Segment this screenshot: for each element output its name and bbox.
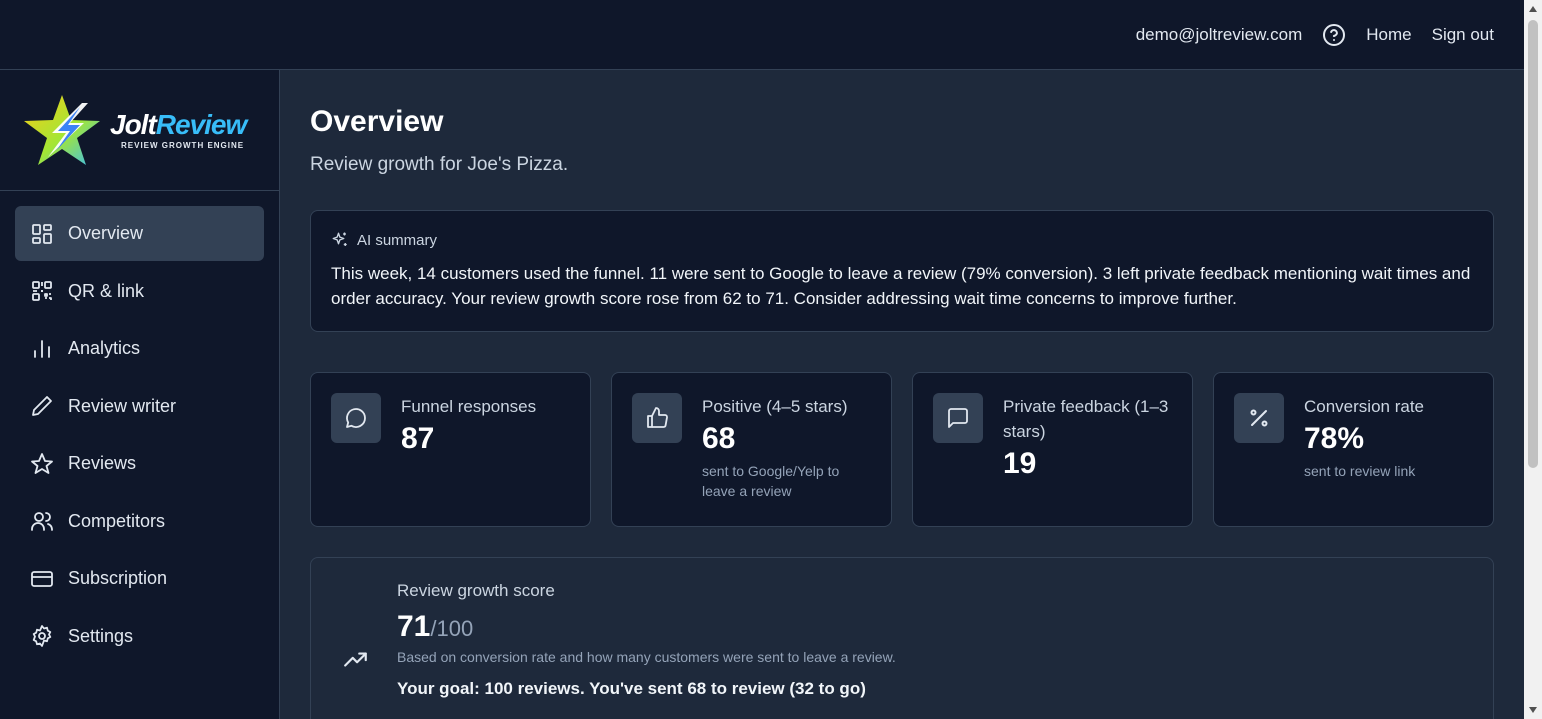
sidebar-item-qr-link[interactable]: QR & link <box>15 264 264 319</box>
stat-label: Private feedback (1–3 stars) <box>1003 397 1169 441</box>
sparkles-icon <box>332 232 347 246</box>
growth-score-label: Review growth score <box>397 581 555 600</box>
growth-score-value: 71 <box>397 610 431 643</box>
page-title: Overview <box>310 105 444 138</box>
scroll-thumb[interactable] <box>1528 20 1538 468</box>
sign-out-link[interactable]: Sign out <box>1432 25 1494 45</box>
ai-summary-text: This week, 14 customers used the funnel.… <box>331 264 1471 308</box>
qr-code-icon <box>32 281 52 301</box>
sidebar-item-label: Overview <box>68 223 144 243</box>
sidebar-nav: Overview QR & link Analytics Review writ… <box>0 191 279 664</box>
stat-card-funnel-responses: Funnel responses 87 <box>310 372 591 527</box>
main-content: Overview Review growth for Joe's Pizza. … <box>280 70 1524 719</box>
user-email: demo@joltreview.com <box>1135 24 1303 44</box>
stats-row: Funnel responses 87 Positive (4–5 stars)… <box>310 372 1494 527</box>
thumbs-up-icon <box>647 407 668 428</box>
stat-value: 87 <box>401 422 435 455</box>
growth-score-denominator: /100 <box>430 616 474 641</box>
sidebar-item-reviews[interactable]: Reviews <box>15 436 264 491</box>
sidebar-item-settings[interactable]: Settings <box>15 609 264 664</box>
stat-note: sent to Google/Yelp to leave a review <box>702 463 840 499</box>
users-icon <box>31 512 53 531</box>
help-icon[interactable] <box>1322 23 1346 47</box>
sidebar-item-label: Analytics <box>68 338 141 358</box>
home-link[interactable]: Home <box>1366 25 1411 45</box>
sidebar-item-label: Settings <box>68 625 134 646</box>
growth-score-card: Review growth score 71/100 Based on conv… <box>310 557 1494 719</box>
ai-summary-card: AI summary This week, 14 customers used … <box>310 210 1494 332</box>
brand-name-part1: Jolt <box>110 109 157 140</box>
sidebar-item-subscription[interactable]: Subscription <box>15 551 264 606</box>
lightning-star-logo-icon <box>24 95 100 165</box>
growth-score: 71/100 <box>397 609 896 650</box>
pen-icon <box>32 396 52 416</box>
sidebar-item-review-writer[interactable]: Review writer <box>15 379 264 434</box>
growth-score-note: Based on conversion rate and how many cu… <box>397 649 896 665</box>
stat-value: 68 <box>702 422 736 455</box>
bar-chart-icon <box>34 339 50 358</box>
dashboard-icon <box>32 223 52 244</box>
percent-icon <box>1250 409 1268 427</box>
scroll-up-arrow-icon[interactable] <box>1529 6 1537 12</box>
sidebar-item-label: QR & link <box>68 280 145 301</box>
stat-card-private-feedback: Private feedback (1–3 stars) 19 <box>912 372 1193 527</box>
sidebar-item-overview[interactable]: Overview <box>15 206 264 261</box>
page-scrollbar[interactable] <box>1524 0 1542 719</box>
sidebar-item-label: Reviews <box>68 453 137 473</box>
brand-name-part2: Review <box>155 109 247 140</box>
sidebar-item-competitors[interactable]: Competitors <box>15 494 264 549</box>
stat-card-conversion-rate: Conversion rate 78% sent to review link <box>1213 372 1494 527</box>
growth-goal: Your goal: 100 reviews. You've sent 68 t… <box>397 679 866 698</box>
stat-card-positive: Positive (4–5 stars) 68 sent to Google/Y… <box>611 372 892 527</box>
stat-label: Funnel responses <box>401 397 537 416</box>
brand-logo[interactable]: JoltReview REVIEW GROWTH ENGINE <box>0 70 279 191</box>
sidebar: JoltReview REVIEW GROWTH ENGINE Overview… <box>0 70 280 719</box>
sidebar-item-label: Review writer <box>68 395 177 416</box>
scroll-down-arrow-icon[interactable] <box>1529 707 1537 713</box>
stat-value: 19 <box>1003 447 1037 480</box>
sidebar-item-label: Subscription <box>68 568 168 588</box>
gear-icon <box>32 625 52 647</box>
stat-value: 78% <box>1304 422 1365 455</box>
page-subtitle: Review growth for Joe's Pizza. <box>310 154 569 175</box>
stat-label: Positive (4–5 stars) <box>702 397 848 416</box>
message-circle-icon <box>346 408 366 428</box>
stat-label: Conversion rate <box>1304 397 1425 416</box>
credit-card-icon <box>31 570 53 587</box>
message-square-icon <box>948 408 968 428</box>
top-bar: demo@joltreview.com Home Sign out <box>0 0 1524 70</box>
brand-tagline: REVIEW GROWTH ENGINE <box>121 141 245 150</box>
stat-note: sent to review link <box>1304 463 1416 479</box>
trending-up-icon <box>344 652 367 667</box>
sidebar-item-label: Competitors <box>68 510 166 531</box>
sidebar-item-analytics[interactable]: Analytics <box>15 321 264 376</box>
ai-summary-heading: AI summary <box>357 231 438 249</box>
star-icon <box>31 452 53 474</box>
